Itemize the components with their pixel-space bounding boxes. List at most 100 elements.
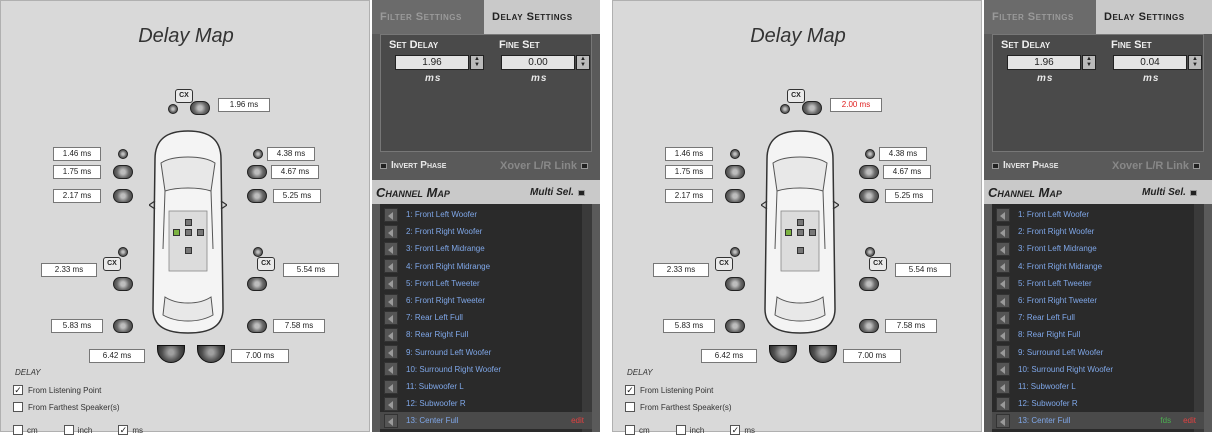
multi-select-toggle[interactable]: Multi Sel.: [530, 187, 585, 198]
unit-inch-option[interactable]: inch: [675, 425, 704, 435]
speaker-channel-icon[interactable]: [384, 310, 398, 325]
surround-right-woofer-icon[interactable]: [247, 277, 267, 291]
subwoofer-right-icon[interactable]: [809, 345, 837, 363]
unit-ms-checkbox[interactable]: ✓: [118, 425, 129, 435]
front-right-midrange-delay[interactable]: 4.67 ms: [271, 165, 319, 179]
channel-list-item[interactable]: 9: Surround Left Woofer: [992, 344, 1204, 361]
rear-left-delay[interactable]: 5.83 ms: [663, 319, 715, 333]
speaker-channel-icon[interactable]: [384, 327, 398, 342]
front-right-tweeter-icon[interactable]: [865, 149, 875, 159]
surround-left-delay[interactable]: 2.33 ms: [41, 263, 97, 277]
fine-set-input[interactable]: 0.04: [1113, 55, 1187, 70]
surround-left-tweeter-icon[interactable]: [118, 247, 128, 257]
channel-list-item[interactable]: 9: Surround Left Woofer: [380, 344, 592, 361]
channel-list-item[interactable]: 11: Subwoofer L: [992, 378, 1204, 395]
speaker-channel-icon[interactable]: [996, 207, 1010, 222]
from-farthest-option[interactable]: From Farthest Speaker(s): [625, 402, 732, 412]
from-farthest-checkbox[interactable]: [625, 402, 635, 412]
invert-phase-indicator-icon[interactable]: [380, 162, 387, 169]
center-delay-field[interactable]: 1.96 ms: [218, 98, 270, 112]
subwoofer-right-delay[interactable]: 7.00 ms: [843, 349, 901, 363]
channel-list-item[interactable]: 7: Rear Left Full: [992, 309, 1204, 326]
speaker-channel-icon[interactable]: [996, 293, 1010, 308]
fine-set-spinner[interactable]: ▲ ▼: [1188, 55, 1202, 70]
speaker-channel-icon[interactable]: [384, 396, 398, 411]
speaker-channel-icon[interactable]: [384, 224, 398, 239]
speaker-channel-icon[interactable]: [996, 310, 1010, 325]
speaker-channel-icon[interactable]: [384, 413, 398, 428]
speaker-channel-icon[interactable]: [384, 345, 398, 360]
multi-select-toggle[interactable]: Multi Sel.: [1142, 187, 1197, 198]
center-tweeter-icon[interactable]: [168, 104, 178, 114]
from-listening-point-option[interactable]: ✓ From Listening Point: [13, 385, 101, 395]
surround-right-delay[interactable]: 5.54 ms: [283, 263, 339, 277]
front-right-tweeter-delay[interactable]: 4.38 ms: [879, 147, 927, 161]
speaker-channel-icon[interactable]: [996, 362, 1010, 377]
multi-select-indicator-icon[interactable]: [577, 189, 585, 196]
speaker-channel-icon[interactable]: [996, 276, 1010, 291]
speaker-channel-icon[interactable]: [996, 241, 1010, 256]
speaker-channel-icon[interactable]: [996, 345, 1010, 360]
unit-ms-option[interactable]: ✓ ms: [730, 425, 755, 435]
speaker-channel-icon[interactable]: [384, 276, 398, 291]
channel-list-item[interactable]: 8: Rear Right Full: [380, 326, 592, 343]
unit-cm-checkbox[interactable]: [13, 425, 23, 435]
rear-left-speaker-icon[interactable]: [725, 319, 745, 333]
set-delay-input[interactable]: 1.96: [1007, 55, 1081, 70]
rear-right-delay[interactable]: 7.58 ms: [885, 319, 937, 333]
speaker-channel-icon[interactable]: [996, 396, 1010, 411]
surround-right-delay[interactable]: 5.54 ms: [895, 263, 951, 277]
front-left-tweeter-icon[interactable]: [730, 149, 740, 159]
front-left-midrange-delay[interactable]: 1.75 ms: [53, 165, 101, 179]
front-right-midrange-icon[interactable]: [859, 165, 879, 179]
speaker-channel-icon[interactable]: [996, 224, 1010, 239]
channel-list-item[interactable]: 6: Front Right Tweeter: [992, 292, 1204, 309]
front-right-tweeter-icon[interactable]: [253, 149, 263, 159]
speaker-channel-icon[interactable]: [384, 362, 398, 377]
speaker-channel-icon[interactable]: [384, 293, 398, 308]
channel-list-item[interactable]: 6: Front Right Tweeter: [380, 292, 592, 309]
channel-fds-tag[interactable]: fds: [1160, 416, 1171, 425]
channel-list-item[interactable]: 13: Center Full edit: [380, 412, 592, 430]
front-right-tweeter-delay[interactable]: 4.38 ms: [267, 147, 315, 161]
center-speaker-icon[interactable]: [802, 101, 822, 115]
front-left-tweeter-icon[interactable]: [118, 149, 128, 159]
cx-crossover-icon[interactable]: CX: [787, 89, 805, 103]
unit-cm-checkbox[interactable]: [625, 425, 635, 435]
fine-set-spinner[interactable]: ▲ ▼: [576, 55, 590, 70]
front-right-midrange-icon[interactable]: [247, 165, 267, 179]
speaker-channel-icon[interactable]: [996, 327, 1010, 342]
tab-delay-settings[interactable]: Delay Settings: [484, 0, 600, 34]
speaker-channel-icon[interactable]: [384, 207, 398, 222]
xover-link-indicator-icon[interactable]: [581, 163, 589, 169]
from-listening-point-option[interactable]: ✓ From Listening Point: [625, 385, 713, 395]
unit-inch-checkbox[interactable]: [63, 425, 74, 435]
channel-list-item[interactable]: 7: Rear Left Full: [380, 309, 592, 326]
unit-inch-checkbox[interactable]: [675, 425, 686, 435]
subwoofer-left-icon[interactable]: [769, 345, 797, 363]
channel-list-item[interactable]: 4: Front Right Midrange: [380, 258, 592, 275]
surround-right-tweeter-icon[interactable]: [865, 247, 875, 257]
front-right-woofer-icon[interactable]: [247, 189, 267, 203]
cx-crossover-icon[interactable]: CX: [869, 257, 887, 271]
surround-left-tweeter-icon[interactable]: [730, 247, 740, 257]
channel-list-item[interactable]: 13: Center Full fds edit: [992, 412, 1204, 430]
front-left-midrange-delay[interactable]: 1.75 ms: [665, 165, 713, 179]
channel-edit-link[interactable]: edit: [571, 416, 584, 425]
channel-list-item[interactable]: 1: Front Left Woofer: [992, 206, 1204, 223]
speaker-channel-icon[interactable]: [384, 259, 398, 274]
surround-left-woofer-icon[interactable]: [725, 277, 745, 291]
front-left-midrange-icon[interactable]: [113, 165, 133, 179]
speaker-channel-icon[interactable]: [996, 259, 1010, 274]
front-left-midrange-icon[interactable]: [725, 165, 745, 179]
front-right-woofer-delay[interactable]: 5.25 ms: [885, 189, 933, 203]
front-right-woofer-icon[interactable]: [859, 189, 879, 203]
listening-point-marker[interactable]: [785, 229, 792, 236]
channel-list-item[interactable]: 12: Subwoofer R: [992, 395, 1204, 412]
cx-crossover-icon[interactable]: CX: [257, 257, 275, 271]
front-right-woofer-delay[interactable]: 5.25 ms: [273, 189, 321, 203]
channel-list-item[interactable]: 1: Front Left Woofer: [380, 206, 592, 223]
channel-list-item[interactable]: 2: Front Right Woofer: [380, 223, 592, 240]
invert-phase-indicator-icon[interactable]: [992, 162, 999, 169]
channel-list-item[interactable]: 11: Subwoofer L: [380, 378, 592, 395]
